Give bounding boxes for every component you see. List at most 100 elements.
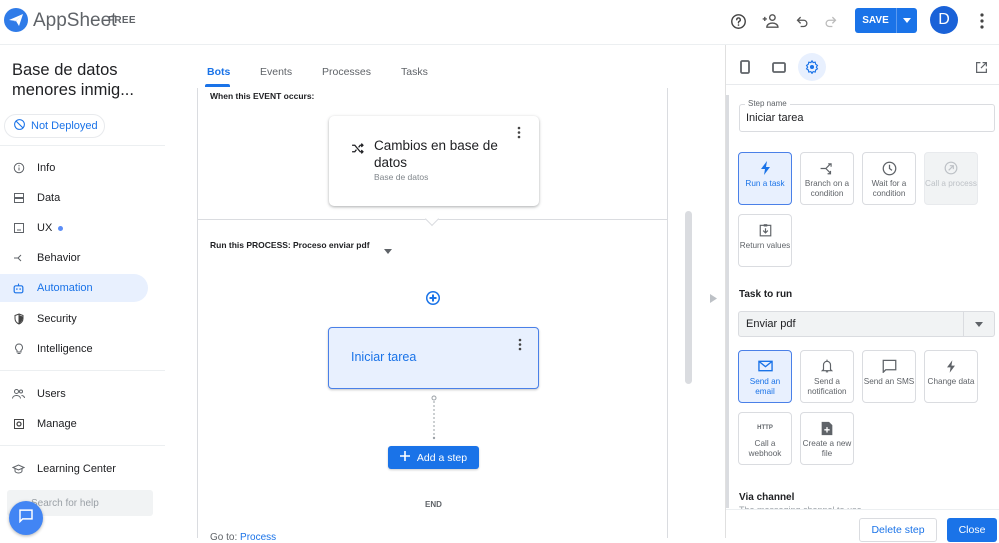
event-card-menu-icon[interactable] — [517, 126, 521, 144]
close-button[interactable]: Close — [947, 518, 997, 542]
sidebar-item-manage[interactable]: Manage — [0, 410, 148, 438]
return-values-icon — [759, 222, 772, 238]
new-file-icon — [821, 420, 833, 436]
app-name: Base de datos menores inmig... — [12, 61, 134, 99]
step-card-menu-icon[interactable] — [518, 338, 522, 356]
canvas-scrollbar[interactable] — [685, 211, 692, 384]
learning-center-icon — [12, 463, 25, 476]
step-type-label: Call a process — [925, 179, 977, 188]
step-type-wait[interactable]: Wait for a condition — [862, 152, 916, 205]
chat-button[interactable] — [9, 501, 43, 535]
settings-gear-icon[interactable] — [798, 53, 826, 81]
branch-icon — [820, 160, 834, 176]
ux-icon — [12, 222, 25, 235]
bolt-icon — [760, 160, 770, 176]
task-type-send-sms[interactable]: Send an SMS — [862, 350, 916, 403]
sms-icon — [882, 358, 897, 374]
tablet-preview-icon[interactable] — [765, 53, 793, 81]
sidebar-item-security[interactable]: Security — [0, 305, 148, 333]
task-type-label: Send an SMS — [863, 377, 915, 386]
more-vert-icon[interactable] — [978, 12, 986, 30]
sidebar-item-users[interactable]: Users — [0, 380, 148, 408]
avatar[interactable]: D — [930, 6, 958, 34]
sidebar-item-intelligence[interactable]: Intelligence — [0, 335, 148, 363]
task-type-label: Change data — [927, 377, 975, 386]
via-channel-label: Via channel — [739, 492, 795, 503]
redo-icon[interactable] — [820, 11, 840, 31]
divider — [0, 445, 165, 446]
save-button[interactable]: SAVE — [855, 8, 897, 33]
sidebar-item-label: Automation — [37, 282, 93, 294]
event-section-label: When this EVENT occurs: — [210, 91, 315, 101]
sidebar-item-data[interactable]: Data — [0, 184, 148, 212]
step-type-call-process: Call a process — [924, 152, 978, 205]
task-type-send-notification[interactable]: Send a notification — [800, 350, 854, 403]
add-circle-icon[interactable] — [425, 290, 441, 306]
plan-badge: FREE — [108, 15, 136, 26]
step-type-run-task[interactable]: Run a task — [738, 152, 792, 205]
phone-preview-icon[interactable] — [731, 53, 759, 81]
share-user-icon[interactable] — [761, 11, 781, 31]
task-type-label: Call a webhook — [748, 439, 782, 458]
bell-icon — [821, 358, 833, 374]
sidebar-item-info[interactable]: Info — [0, 154, 148, 182]
task-type-send-email[interactable]: Send an email — [738, 350, 792, 403]
step-card[interactable]: Iniciar tarea — [328, 327, 539, 389]
task-to-run-label: Task to run — [739, 289, 793, 300]
sidebar-item-ux[interactable]: UX — [0, 214, 148, 242]
step-connector — [431, 395, 437, 441]
sidebar-item-learning-center[interactable]: Learning Center — [0, 455, 148, 483]
bolt-icon — [947, 358, 955, 374]
manage-icon — [12, 418, 25, 431]
info-icon — [12, 162, 25, 175]
shuffle-icon — [351, 141, 364, 159]
step-type-return-values[interactable]: Return values — [738, 214, 792, 267]
event-card-title: Cambios en base de datos — [374, 138, 498, 170]
task-type-create-file[interactable]: Create a new file — [800, 412, 854, 465]
step-card-title: Iniciar tarea — [351, 350, 417, 364]
sidebar-item-label: Security — [37, 313, 77, 325]
event-card[interactable]: Cambios en base de datos Base de datos — [329, 116, 539, 206]
app-header: AppSheet FREE SAVE D — [0, 0, 999, 45]
sidebar-item-label: UX — [37, 222, 53, 234]
step-type-label: Branch on a condition — [804, 179, 850, 198]
divider — [0, 145, 165, 146]
sidebar-item-behavior[interactable]: Behavior — [0, 244, 148, 272]
help-icon[interactable] — [728, 11, 748, 31]
sidebar-item-automation[interactable]: Automation — [0, 274, 148, 302]
sidebar-item-label: Behavior — [37, 252, 81, 264]
task-to-run-select[interactable]: Enviar pdf — [738, 311, 995, 337]
event-card-subtitle: Base de datos — [374, 172, 429, 182]
task-dropdown-icon[interactable] — [964, 312, 994, 336]
sidebar: Base de datos menores inmig... Not Deplo… — [0, 45, 165, 538]
help-search-placeholder: Search for help — [31, 497, 99, 509]
task-type-label: Send an email — [749, 377, 781, 396]
step-name-label: Step name — [745, 99, 790, 108]
add-step-button[interactable]: Add a step — [388, 446, 479, 469]
open-in-new-icon[interactable] — [967, 53, 995, 81]
delete-step-button[interactable]: Delete step — [859, 518, 937, 542]
sidebar-item-label: Data — [37, 192, 61, 204]
add-step-label: Add a step — [416, 451, 468, 464]
task-type-change-data[interactable]: Change data — [924, 350, 978, 403]
task-type-call-webhook[interactable]: HTTP Call a webhook — [738, 412, 792, 465]
data-icon — [12, 192, 25, 205]
save-dropdown-icon[interactable] — [897, 8, 917, 33]
sidebar-item-label: Users — [37, 388, 66, 400]
task-to-run-value: Enviar pdf — [739, 312, 964, 336]
process-select[interactable]: Proceso enviar pdf — [293, 240, 370, 250]
step-type-branch[interactable]: Branch on a condition — [800, 152, 854, 205]
step-type-label: Run a task — [745, 179, 785, 188]
undo-icon[interactable] — [792, 11, 812, 31]
step-type-label: Return values — [739, 241, 791, 250]
panel-scrollbar[interactable] — [726, 95, 729, 508]
brand-name: AppSheet — [33, 10, 117, 31]
deploy-status-chip[interactable]: Not Deployed — [4, 114, 105, 138]
process-dropdown-icon[interactable] — [384, 241, 394, 254]
call-process-icon — [944, 160, 958, 176]
security-icon — [12, 313, 25, 326]
task-type-label: Create a new file — [802, 439, 852, 458]
step-name-value[interactable]: Iniciar tarea — [746, 112, 803, 124]
end-label: END — [425, 500, 442, 509]
panel-collapse-icon[interactable] — [710, 290, 717, 303]
